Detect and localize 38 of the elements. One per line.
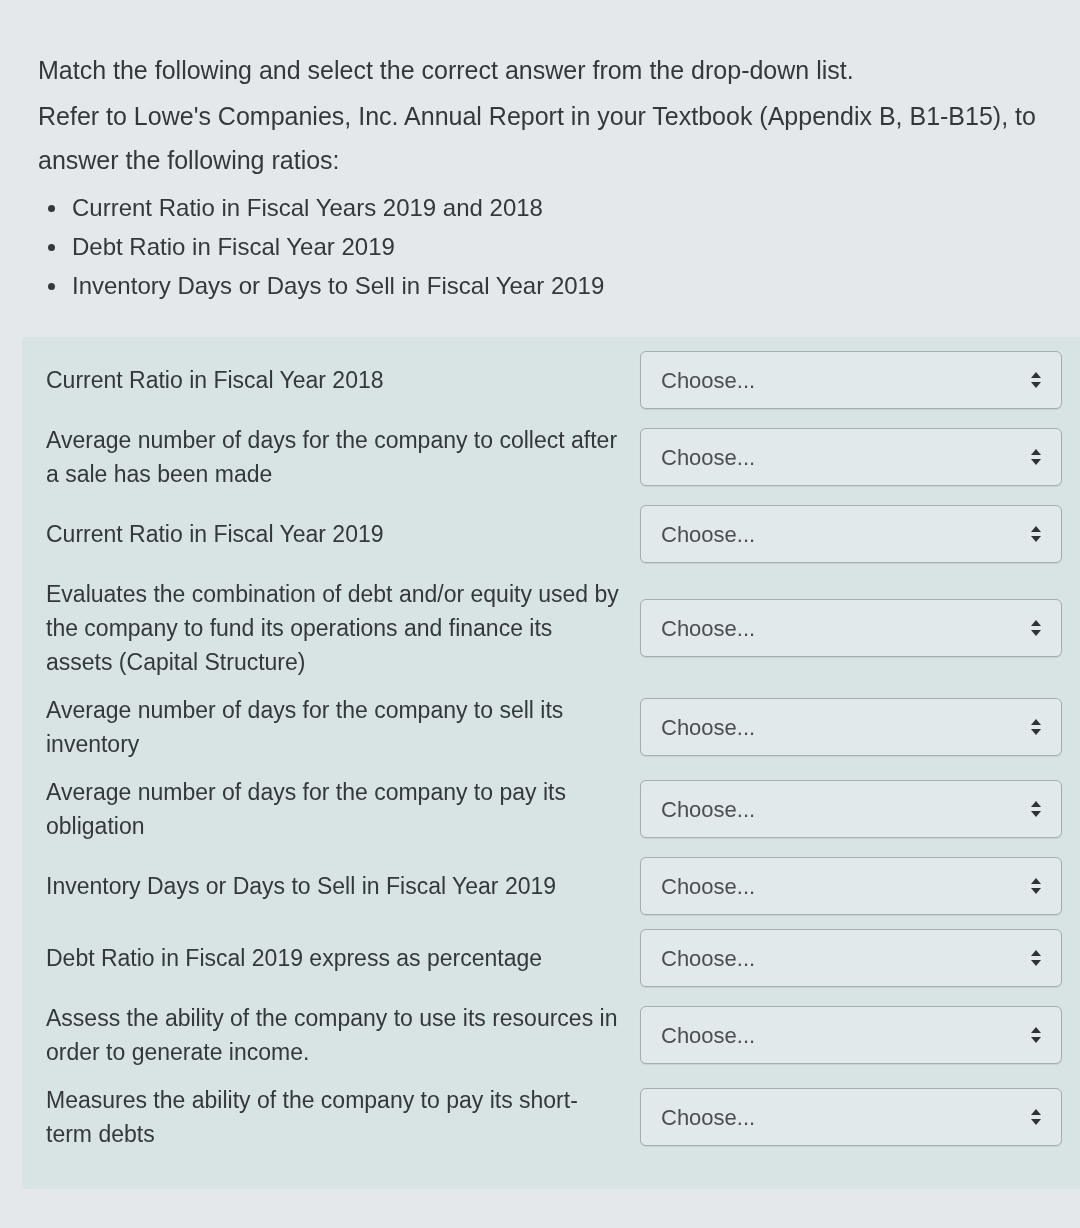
up-down-caret-icon: [1031, 449, 1041, 465]
match-prompt-text: Debt Ratio in Fiscal 2019 express as percentage: [46, 944, 544, 973]
match-prompt-text: Average number of days for the company to collect after a sale has been made: [46, 426, 619, 489]
up-down-caret-icon: [1031, 1027, 1041, 1043]
ratio-item-text: Current Ratio in Fiscal Years 2019 and 2018: [72, 193, 543, 223]
match-prompt-text: Inventory Days or Days to Sell in Fiscal Year 2019: [46, 872, 558, 901]
up-down-caret-icon: [1031, 620, 1041, 636]
instruction-text: Match the following and select the correct answer from the drop-down list.: [38, 55, 854, 86]
answer-dropdown[interactable]: Choose...: [640, 428, 1062, 486]
match-prompt-text: Assess the ability of the company to use its resources in order to generate income.: [46, 1004, 619, 1067]
bullet-icon: [48, 204, 55, 212]
answer-dropdown[interactable]: Choose...: [640, 929, 1062, 987]
answer-dropdown[interactable]: Choose...: [640, 351, 1062, 409]
up-down-caret-icon: [1031, 719, 1041, 735]
match-prompt-text: Evaluates the combination of debt and/or equity used by the company to fund its operations and finance its assets (Capital Structure): [46, 580, 620, 677]
answer-dropdown[interactable]: Choose...: [640, 780, 1062, 838]
match-prompt-text: Measures the ability of the company to pay its short-term debts: [46, 1086, 579, 1149]
up-down-caret-icon: [1031, 801, 1041, 817]
match-prompt-text: Current Ratio in Fiscal Year 2018: [46, 366, 385, 395]
up-down-caret-icon: [1031, 1109, 1041, 1125]
up-down-caret-icon: [1031, 950, 1041, 966]
answer-dropdown[interactable]: Choose...: [640, 505, 1062, 563]
answer-dropdown[interactable]: Choose...: [640, 599, 1062, 657]
up-down-caret-icon: [1031, 372, 1041, 388]
ratio-item-text: Inventory Days or Days to Sell in Fiscal Year 2019: [72, 271, 605, 301]
match-prompt-text: Average number of days for the company to pay its obligation: [46, 778, 567, 841]
bullet-icon: [48, 282, 55, 290]
ratio-item-text: Debt Ratio in Fiscal Year 2019: [72, 232, 395, 262]
match-prompt-text: Average number of days for the company to sell its inventory: [46, 696, 565, 759]
up-down-caret-icon: [1031, 526, 1041, 542]
up-down-caret-icon: [1031, 878, 1041, 894]
bullet-icon: [48, 243, 55, 251]
answer-dropdown[interactable]: Choose...: [640, 857, 1062, 915]
reference-text: Refer to Lowe's Companies, Inc. Annual Report in your Textbook (Appendix B, B1-B15), to answer the following ratios:: [38, 101, 1037, 176]
answer-dropdown[interactable]: Choose...: [640, 1006, 1062, 1064]
answer-dropdown[interactable]: Choose...: [640, 698, 1062, 756]
answer-dropdown[interactable]: Choose...: [640, 1088, 1062, 1146]
match-prompt-text: Current Ratio in Fiscal Year 2019: [46, 520, 385, 549]
